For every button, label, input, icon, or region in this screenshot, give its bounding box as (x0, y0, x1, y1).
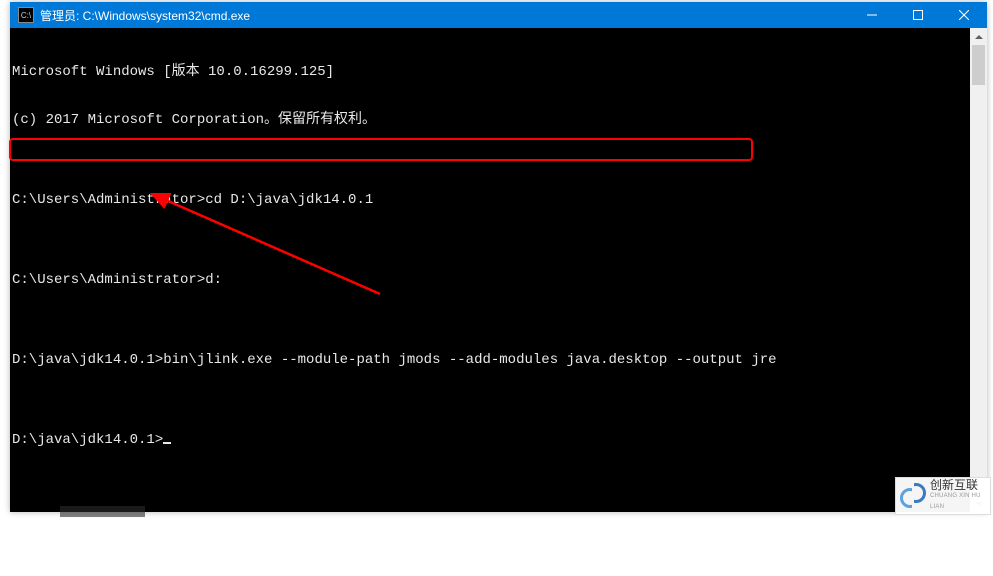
cmd-window: C:\ 管理员: C:\Windows\system32\cmd.exe Mic… (10, 2, 987, 512)
scrollbar-thumb[interactable] (972, 45, 985, 85)
background-fragment (60, 506, 145, 517)
terminal-area[interactable]: Microsoft Windows [版本 10.0.16299.125] (c… (10, 28, 987, 512)
terminal-line: C:\Users\Administrator>d: (10, 272, 983, 288)
titlebar[interactable]: C:\ 管理员: C:\Windows\system32\cmd.exe (10, 2, 987, 28)
terminal-line: D:\java\jdk14.0.1>bin\jlink.exe --module… (10, 352, 983, 368)
scrollbar[interactable] (970, 28, 987, 512)
watermark-logo-icon (900, 483, 926, 509)
maximize-button[interactable] (895, 2, 941, 28)
annotation-highlight-box (9, 138, 753, 161)
cursor (163, 442, 171, 444)
watermark-text-en: CHUANG XIN HU LIAN (930, 491, 986, 513)
terminal-line: Microsoft Windows [版本 10.0.16299.125] (10, 64, 983, 80)
watermark-text-cn: 创新互联 (930, 480, 986, 491)
watermark: 创新互联 CHUANG XIN HU LIAN (895, 477, 991, 515)
terminal-line: D:\java\jdk14.0.1> (10, 432, 983, 448)
minimize-button[interactable] (849, 2, 895, 28)
terminal-line: C:\Users\Administrator>cd D:\java\jdk14.… (10, 192, 983, 208)
terminal-line: (c) 2017 Microsoft Corporation。保留所有权利。 (10, 112, 983, 128)
scroll-up-button[interactable] (970, 28, 987, 45)
window-title: 管理员: C:\Windows\system32\cmd.exe (40, 7, 250, 24)
close-button[interactable] (941, 2, 987, 28)
cmd-icon: C:\ (18, 7, 34, 23)
